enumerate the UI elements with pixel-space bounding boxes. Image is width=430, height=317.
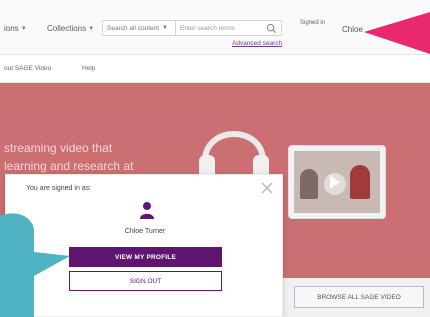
- user-menu-link[interactable]: Chloe: [342, 25, 363, 34]
- view-profile-button[interactable]: VIEW MY PROFILE: [69, 247, 222, 267]
- search-input[interactable]: Enter search terms: [176, 20, 282, 36]
- advanced-search-link[interactable]: Advanced search: [232, 40, 282, 47]
- browse-all-button[interactable]: BROWSE ALL SAGE VIDEO: [294, 286, 424, 308]
- nav-item-label: Collections: [47, 24, 87, 33]
- sub-navigation: out SAGE Video Help: [0, 55, 430, 83]
- hero-line: streaming video that: [4, 141, 113, 155]
- chevron-down-icon: ▼: [88, 25, 95, 32]
- pink-arrow-icon: [364, 12, 430, 54]
- search-scope-value: Search all content: [107, 24, 160, 32]
- play-icon: [330, 175, 340, 189]
- tablet-image: [288, 145, 386, 219]
- user-avatar-icon: [140, 202, 154, 219]
- close-icon[interactable]: [260, 181, 274, 195]
- sign-out-button[interactable]: SIGN OUT: [69, 271, 222, 291]
- chevron-down-icon: ▼: [162, 25, 168, 31]
- nav-menu-item[interactable]: ions ▼: [4, 24, 27, 33]
- subnav-about[interactable]: out SAGE Video: [4, 65, 51, 72]
- signed-in-as-label: You are signed in as:: [26, 185, 92, 192]
- search-icon[interactable]: [266, 23, 277, 34]
- search-scope-select[interactable]: Search all content ▼: [102, 20, 176, 36]
- chevron-down-icon: ▼: [20, 25, 27, 32]
- nav-collections[interactable]: Collections ▼: [47, 24, 94, 33]
- video-thumbnail: [294, 151, 380, 213]
- search-placeholder: Enter search terms: [180, 24, 235, 32]
- nav-item-label: ions: [4, 24, 19, 33]
- subnav-help[interactable]: Help: [82, 65, 95, 72]
- teal-pointer-icon: [0, 213, 70, 317]
- signed-in-label: Signed in: [300, 20, 326, 26]
- hero-line: learning and research at: [4, 159, 134, 173]
- hero-text: streaming video that learning and resear…: [4, 139, 133, 175]
